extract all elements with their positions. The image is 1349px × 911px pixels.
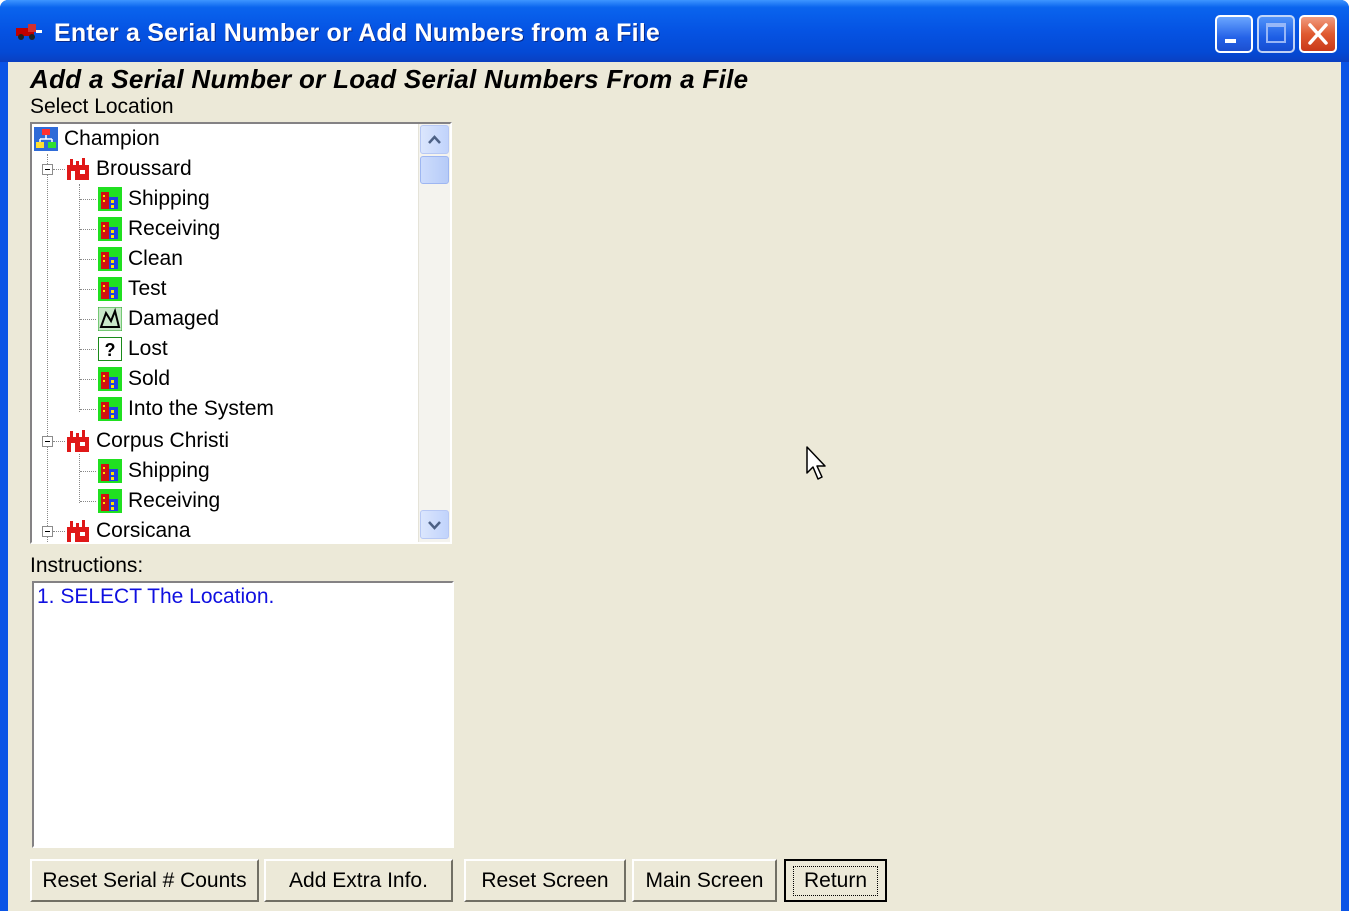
tree-line <box>80 289 96 290</box>
maximize-button[interactable] <box>1257 15 1295 53</box>
tree-node-shipping[interactable]: Shipping <box>98 184 210 214</box>
client-area: Add a Serial Number or Load Serial Numbe… <box>8 62 1341 911</box>
tree-node-label: Shipping <box>128 459 210 482</box>
collapse-toggle[interactable] <box>42 164 53 175</box>
title-bar[interactable]: Enter a Serial Number or Add Numbers fro… <box>0 0 1349 62</box>
tree-node-broussard[interactable]: Broussard <box>66 154 192 184</box>
lost-question-icon: ? <box>98 337 122 361</box>
chevron-down-icon <box>428 521 441 530</box>
location-icon <box>98 217 122 241</box>
tree-node-corpus-christi[interactable]: Corpus Christi <box>66 426 229 456</box>
tree-node-label: Into the System <box>128 397 274 420</box>
add-extra-info-button[interactable]: Add Extra Info. <box>264 859 453 902</box>
tree-node-receiving[interactable]: Receiving <box>98 214 220 244</box>
tree-scrollbar[interactable] <box>418 124 450 542</box>
tree-line <box>53 531 65 532</box>
tree-line <box>80 501 96 502</box>
tree-line <box>53 169 65 170</box>
tree-line <box>79 184 80 412</box>
maximize-icon <box>1266 23 1286 43</box>
tree-node-label: Damaged <box>128 307 220 330</box>
location-icon <box>98 247 122 271</box>
tree-node-receiving[interactable]: Receiving <box>98 486 220 516</box>
tree-node-label: Corpus Christi <box>96 429 230 452</box>
tree-node-lost[interactable]: ? Lost <box>98 334 168 364</box>
tree-line <box>80 259 96 260</box>
close-icon <box>1308 23 1328 45</box>
app-icon <box>16 24 42 40</box>
svg-text:?: ? <box>105 340 116 360</box>
scroll-down-button[interactable] <box>420 510 449 539</box>
tree-node-label: Sold <box>128 367 171 390</box>
tree-line <box>47 154 48 542</box>
minimize-icon <box>1225 39 1236 43</box>
tree-line <box>80 199 96 200</box>
tree-line <box>80 379 96 380</box>
tree-line <box>80 229 96 230</box>
chevron-up-icon <box>428 135 441 144</box>
page-heading: Add a Serial Number or Load Serial Numbe… <box>30 64 749 94</box>
reset-serial-counts-button[interactable]: Reset Serial # Counts <box>30 859 259 902</box>
main-screen-button[interactable]: Main Screen <box>632 859 777 902</box>
tree-node-shipping[interactable]: Shipping <box>98 456 210 486</box>
mouse-cursor-icon <box>806 446 826 480</box>
tree-node-damaged[interactable]: Damaged <box>98 304 219 334</box>
tree-line <box>80 409 96 410</box>
location-tree[interactable]: Champion Broussard Shipping Receiving Clea… <box>30 122 452 544</box>
select-location-label: Select Location <box>30 95 174 118</box>
damaged-icon <box>98 307 122 331</box>
tree-line <box>53 441 65 442</box>
tree-node-label: Champion <box>64 127 160 150</box>
collapse-toggle[interactable] <box>42 436 53 447</box>
location-icon <box>98 489 122 513</box>
close-button[interactable] <box>1299 15 1337 53</box>
instructions-label: Instructions: <box>30 554 144 577</box>
instructions-text: 1. SELECT The Location. <box>37 585 275 608</box>
reset-screen-button[interactable]: Reset Screen <box>464 859 626 902</box>
tree-node-label: Broussard <box>96 157 192 180</box>
organization-icon <box>34 127 58 151</box>
factory-icon <box>67 520 89 542</box>
tree-node-label: Clean <box>128 247 183 270</box>
location-icon <box>98 397 122 421</box>
factory-icon <box>67 430 89 452</box>
tree-line <box>80 471 96 472</box>
app-window: Enter a Serial Number or Add Numbers fro… <box>0 0 1349 911</box>
location-icon <box>98 187 122 211</box>
tree-node-label: Lost <box>128 337 168 360</box>
tree-node-into-the-system[interactable]: Into the System <box>98 394 274 424</box>
scroll-thumb[interactable] <box>420 156 449 184</box>
minimize-button[interactable] <box>1215 15 1253 53</box>
return-button-label: Return <box>792 865 879 896</box>
tree-content: Champion Broussard Shipping Receiving Clea… <box>32 124 418 542</box>
window-title: Enter a Serial Number or Add Numbers fro… <box>54 19 661 47</box>
tree-node-label: Shipping <box>128 187 210 210</box>
tree-line <box>79 454 80 503</box>
location-icon <box>98 277 122 301</box>
tree-node-test[interactable]: Test <box>98 274 167 304</box>
tree-node-label: Test <box>128 277 167 300</box>
return-button[interactable]: Return <box>784 859 887 902</box>
collapse-toggle[interactable] <box>42 526 53 537</box>
tree-node-sold[interactable]: Sold <box>98 364 170 394</box>
location-icon <box>98 367 122 391</box>
tree-node-label: Receiving <box>128 489 221 512</box>
tree-node-label: Receiving <box>128 217 221 240</box>
location-icon <box>98 459 122 483</box>
instructions-box: 1. SELECT The Location. <box>32 581 454 848</box>
factory-icon <box>67 158 89 180</box>
tree-line <box>80 319 96 320</box>
tree-line <box>80 349 96 350</box>
tree-node-champion[interactable]: Champion <box>34 124 160 154</box>
tree-node-clean[interactable]: Clean <box>98 244 183 274</box>
tree-node-label: Corsicana <box>96 519 191 542</box>
scroll-up-button[interactable] <box>420 125 449 154</box>
tree-node-corsicana[interactable]: Corsicana <box>66 516 191 542</box>
